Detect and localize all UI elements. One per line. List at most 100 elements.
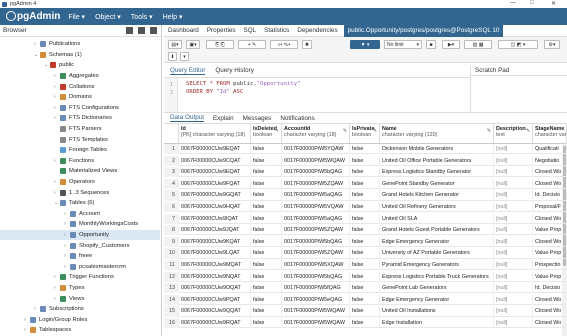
table-cell[interactable]: 0017F00000PiW5bQAG (282, 236, 350, 248)
table-cell[interactable]: [null] (494, 283, 533, 294)
table-cell[interactable]: false (350, 167, 380, 178)
table-cell[interactable]: 0067F00000CUw9RQAT (179, 318, 251, 329)
table-cell[interactable]: United Oil Office Portable Generators (380, 155, 494, 166)
close-button[interactable]: ✕ (551, 0, 556, 7)
table-cell[interactable]: Closed Wo (533, 167, 567, 178)
table-cell[interactable]: false (251, 318, 282, 329)
tree-node[interactable]: › 1..3 Sequences (0, 187, 109, 198)
tab-explain[interactable]: Explain (213, 115, 234, 122)
table-cell[interactable]: University of AZ Portable Generators (380, 248, 494, 259)
save-button[interactable]: ▣▾ (186, 40, 200, 49)
table-cell[interactable]: GenePoint Lab Generators (380, 283, 494, 294)
table-cell[interactable]: United Oil SLA (380, 213, 494, 224)
table-cell[interactable]: 0017F00000PiW5YQAW (282, 144, 350, 155)
table-row[interactable]: 10 0067F00000CUw9LQAT false 0017F00000PiW5Z… (164, 248, 567, 259)
table-cell[interactable]: 0017F00000PiW5bQAG (282, 167, 350, 178)
table-cell[interactable]: false (350, 190, 380, 201)
tree-node[interactable]: › Views (0, 293, 84, 304)
menu-help[interactable]: Help ▾ (163, 13, 183, 21)
table-cell[interactable]: United Oil Refinery Generators (380, 202, 494, 213)
table-row[interactable]: 8 0067F00000CUw9JQAT false 0017F00000PiW5ZQ… (164, 225, 567, 236)
table-cell[interactable]: false (350, 318, 380, 329)
table-cell[interactable]: [null] (494, 190, 533, 201)
table-cell[interactable]: 0067F00000CUw9LQAT (179, 248, 251, 259)
tab-public[interactable]: public.Opportunity/postgres/postgres@Pos… (343, 24, 504, 37)
table-cell[interactable]: 0017F00000PiW5aQAG (282, 190, 350, 201)
table-cell[interactable]: false (251, 283, 282, 294)
table-cell[interactable]: false (350, 236, 380, 248)
tree-node[interactable]: › freee (0, 251, 92, 262)
table-cell[interactable]: false (251, 178, 282, 190)
menu-tools[interactable]: Tools ▾ (131, 13, 153, 21)
tree-node[interactable]: ⌄ Tables (6) (0, 198, 94, 209)
menu-file[interactable]: File ▾ (68, 13, 85, 21)
table-cell[interactable]: false (251, 190, 282, 201)
table-cell[interactable]: false (251, 225, 282, 236)
tab-properties[interactable]: Properties (203, 27, 240, 34)
table-cell[interactable]: 0017F00000PiW5WQAW (282, 318, 350, 329)
table-cell[interactable]: [null] (494, 155, 533, 166)
table-row[interactable]: 3 0067F00000CUw9EQAT false 0017F00000PiW5bQ… (164, 167, 567, 178)
table-cell[interactable]: 0067F00000CUw9IQAT (179, 213, 251, 224)
tree-node[interactable]: › Tablespaces (0, 325, 71, 336)
minimize-button[interactable]: — (510, 0, 516, 6)
table-cell[interactable]: United Oil Installations (380, 306, 494, 317)
table-cell[interactable]: false (251, 155, 282, 166)
table-cell[interactable]: 0017F00000PiW5WQAW (282, 155, 350, 166)
table-cell[interactable]: 0017F00000PiW5WQAW (282, 306, 350, 317)
table-cell[interactable]: 0067F00000CUw9JQAT (179, 225, 251, 236)
table-cell[interactable]: Closed Wo (533, 236, 567, 248)
tab-data-output[interactable]: Data Output (170, 114, 204, 122)
table-cell[interactable]: false (251, 213, 282, 224)
table-view-icon[interactable] (138, 27, 145, 34)
table-cell[interactable]: 0067F00000CUw9QQAT (179, 306, 251, 317)
table-cell[interactable]: Value Prop (533, 225, 567, 236)
tab-dependencies[interactable]: Dependencies (293, 27, 341, 34)
table-cell[interactable]: false (350, 260, 380, 271)
column-header-name[interactable]: Name character varying (120) ✎ (380, 124, 494, 144)
table-row[interactable]: 13 0067F00000CUw9OQAT false 0017F00000PiW5f… (164, 283, 567, 294)
table-cell[interactable]: 0067F00000CUw9GQAT (179, 190, 251, 201)
table-cell[interactable]: Edge Installation (380, 318, 494, 329)
table-row[interactable]: 6 0067F00000CUw9HQAT false 0017F00000PiW5VQ… (164, 202, 567, 213)
search-icon[interactable] (150, 27, 157, 34)
tree-node[interactable]: › Shopify_Customers (0, 240, 130, 251)
table-cell[interactable]: [null] (494, 236, 533, 248)
table-row[interactable]: 16 0067F00000CUw9RQAT false 0017F00000PiW5W… (164, 318, 567, 329)
filter-button[interactable]: ▼ ▾ (350, 40, 380, 49)
table-cell[interactable]: false (350, 306, 380, 317)
table-cell[interactable]: false (251, 144, 282, 155)
table-cell[interactable]: false (251, 306, 282, 317)
tree-node[interactable]: › Subscriptions (0, 304, 84, 315)
table-cell[interactable]: [null] (494, 225, 533, 236)
table-cell[interactable]: [null] (494, 271, 533, 282)
tree-node[interactable]: › FTS Dictionaries (0, 113, 112, 124)
tree-node[interactable]: › FTS Configurations (0, 103, 119, 114)
table-cell[interactable]: [null] (494, 294, 533, 306)
table-row[interactable]: 12 0067F00000CUw9NQAT false 0017F00000PiW5b… (164, 271, 567, 282)
table-cell[interactable]: Grand Hotels Guest Portable Generators (380, 225, 494, 236)
table-row[interactable]: 15 0067F00000CUw9QQAT false 0017F00000PiW5W… (164, 306, 567, 317)
table-cell[interactable]: Grand Hotels Kitchen Generator (380, 190, 494, 201)
table-cell[interactable]: Edge Emergency Generator (380, 294, 494, 306)
table-cell[interactable]: Dickenson Mobile Generators (380, 144, 494, 155)
table-cell[interactable]: Prospectin (533, 260, 567, 271)
table-cell[interactable]: [null] (494, 318, 533, 329)
tab-messages[interactable]: Messages (243, 115, 272, 122)
edit-rows-buttons[interactable]: + ✎ (238, 40, 266, 49)
table-cell[interactable]: false (251, 260, 282, 271)
limit-select[interactable]: No limit ▾ (384, 40, 422, 49)
table-cell[interactable]: Proposal/F (533, 202, 567, 213)
table-cell[interactable]: [null] (494, 144, 533, 155)
table-cell[interactable]: 0067F00000CUw9KQAT (179, 236, 251, 248)
table-cell[interactable]: false (350, 144, 380, 155)
table-cell[interactable]: false (350, 178, 380, 190)
table-cell[interactable]: 0067F00000CUw9EQAT (179, 167, 251, 178)
macro-button[interactable]: ⚙▾ (544, 40, 560, 49)
tree-node[interactable]: FTS Templates (0, 134, 108, 145)
delete-button[interactable]: ✖ (302, 40, 312, 49)
table-cell[interactable]: 0067F00000CUw9FQAT (179, 178, 251, 190)
table-cell[interactable]: Closed Wo (533, 213, 567, 224)
tree-node[interactable]: Foreign Tables (0, 145, 107, 156)
table-row[interactable]: 4 0067F00000CUw9FQAT false 0017F00000PiW5ZQ… (164, 178, 567, 190)
